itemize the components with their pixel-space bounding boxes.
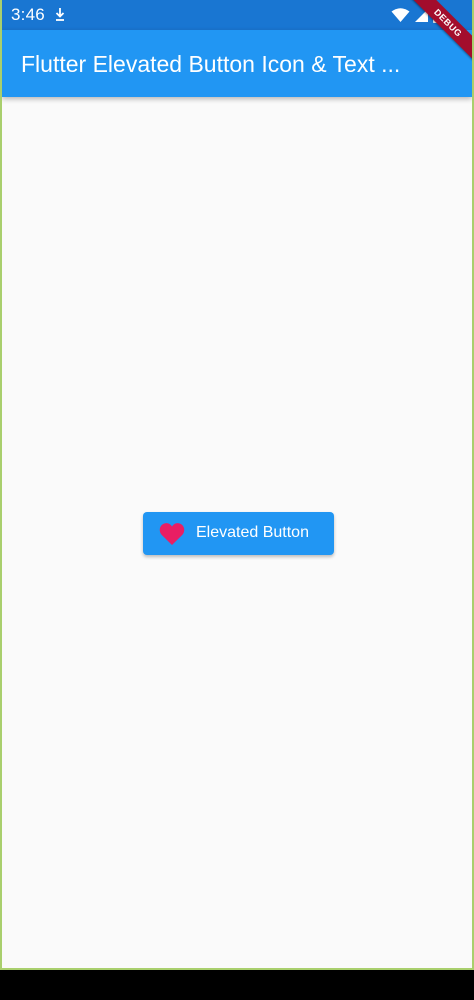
elevated-button-label: Elevated Button	[196, 524, 309, 541]
screen: 3:46 DEBUG Flutter Elevated Button Icon …	[0, 0, 474, 970]
status-time: 3:46	[11, 5, 45, 24]
debug-banner: DEBUG	[402, 0, 472, 70]
debug-ribbon-label: DEBUG	[406, 0, 472, 65]
app-bar-title: Flutter Elevated Button Icon & Text ...	[21, 51, 401, 77]
download-notification-icon	[55, 8, 65, 21]
device: 3:46 DEBUG Flutter Elevated Button Icon …	[0, 0, 474, 1000]
heart-icon	[159, 523, 185, 545]
elevated-button[interactable]: Elevated Button	[143, 512, 334, 555]
